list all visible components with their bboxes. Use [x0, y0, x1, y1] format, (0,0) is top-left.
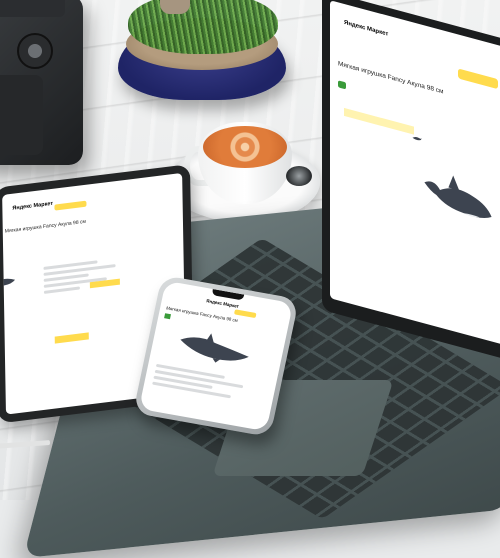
latte-art: [203, 126, 287, 168]
camera-top: [0, 0, 65, 17]
camera: [0, 0, 83, 165]
tablet-cart-button[interactable]: [54, 332, 89, 344]
laptop-highlight: [344, 107, 414, 135]
logo-main: Яндекс: [12, 203, 33, 212]
shark-toy-image: [424, 175, 492, 218]
phone-display: Яндекс Маркет Мягкая игрушка Fancy Акула…: [138, 280, 294, 432]
smartphone: Яндекс Маркет Мягкая игрушка Fancy Акула…: [132, 274, 300, 438]
plant-grass: [128, 0, 278, 54]
laptop-display: Яндекс Маркет Мягкая игрушка Fancy Акула…: [330, 0, 500, 348]
laptop-rating-tag: [338, 80, 346, 90]
tablet-logo: Яндекс Маркет: [12, 201, 53, 212]
tablet-product-title: Мягкая игрушка Fancy Акула 98 см: [4, 218, 86, 235]
laptop-screen: Яндекс Маркет Мягкая игрушка Fancy Акула…: [322, 0, 500, 364]
shark-toy-image: [2, 278, 16, 287]
camera-dial: [17, 33, 53, 69]
shark-thumbnail[interactable]: [412, 134, 422, 143]
shark-toy-image: [180, 333, 249, 363]
tablet-header-button[interactable]: [54, 200, 87, 211]
laptop-header-button[interactable]: [458, 68, 498, 90]
phone-header-button[interactable]: [233, 309, 257, 319]
laptop-logo: Яндекс Маркет: [344, 20, 388, 38]
phone-logo: Яндекс Маркет: [206, 298, 240, 309]
phone-notch: [211, 289, 245, 301]
tablet-text-lines: [43, 253, 134, 297]
logo-sub: Маркет: [222, 301, 240, 309]
camera-grip: [0, 75, 43, 155]
phone-rating-tag: [164, 313, 171, 320]
logo-sub: Маркет: [33, 200, 54, 210]
phone-product-title: Мягкая игрушка Fancy Акула 98 см: [165, 305, 239, 323]
logo-sub: Маркет: [367, 26, 389, 38]
logo-main: Яндекс: [205, 298, 223, 306]
laptop-product-title: Мягкая игрушка Fancy Акула 98 см: [338, 60, 444, 96]
spoon: [286, 166, 312, 186]
plant-stem: [160, 0, 190, 14]
logo-main: Яндекс: [344, 19, 366, 32]
